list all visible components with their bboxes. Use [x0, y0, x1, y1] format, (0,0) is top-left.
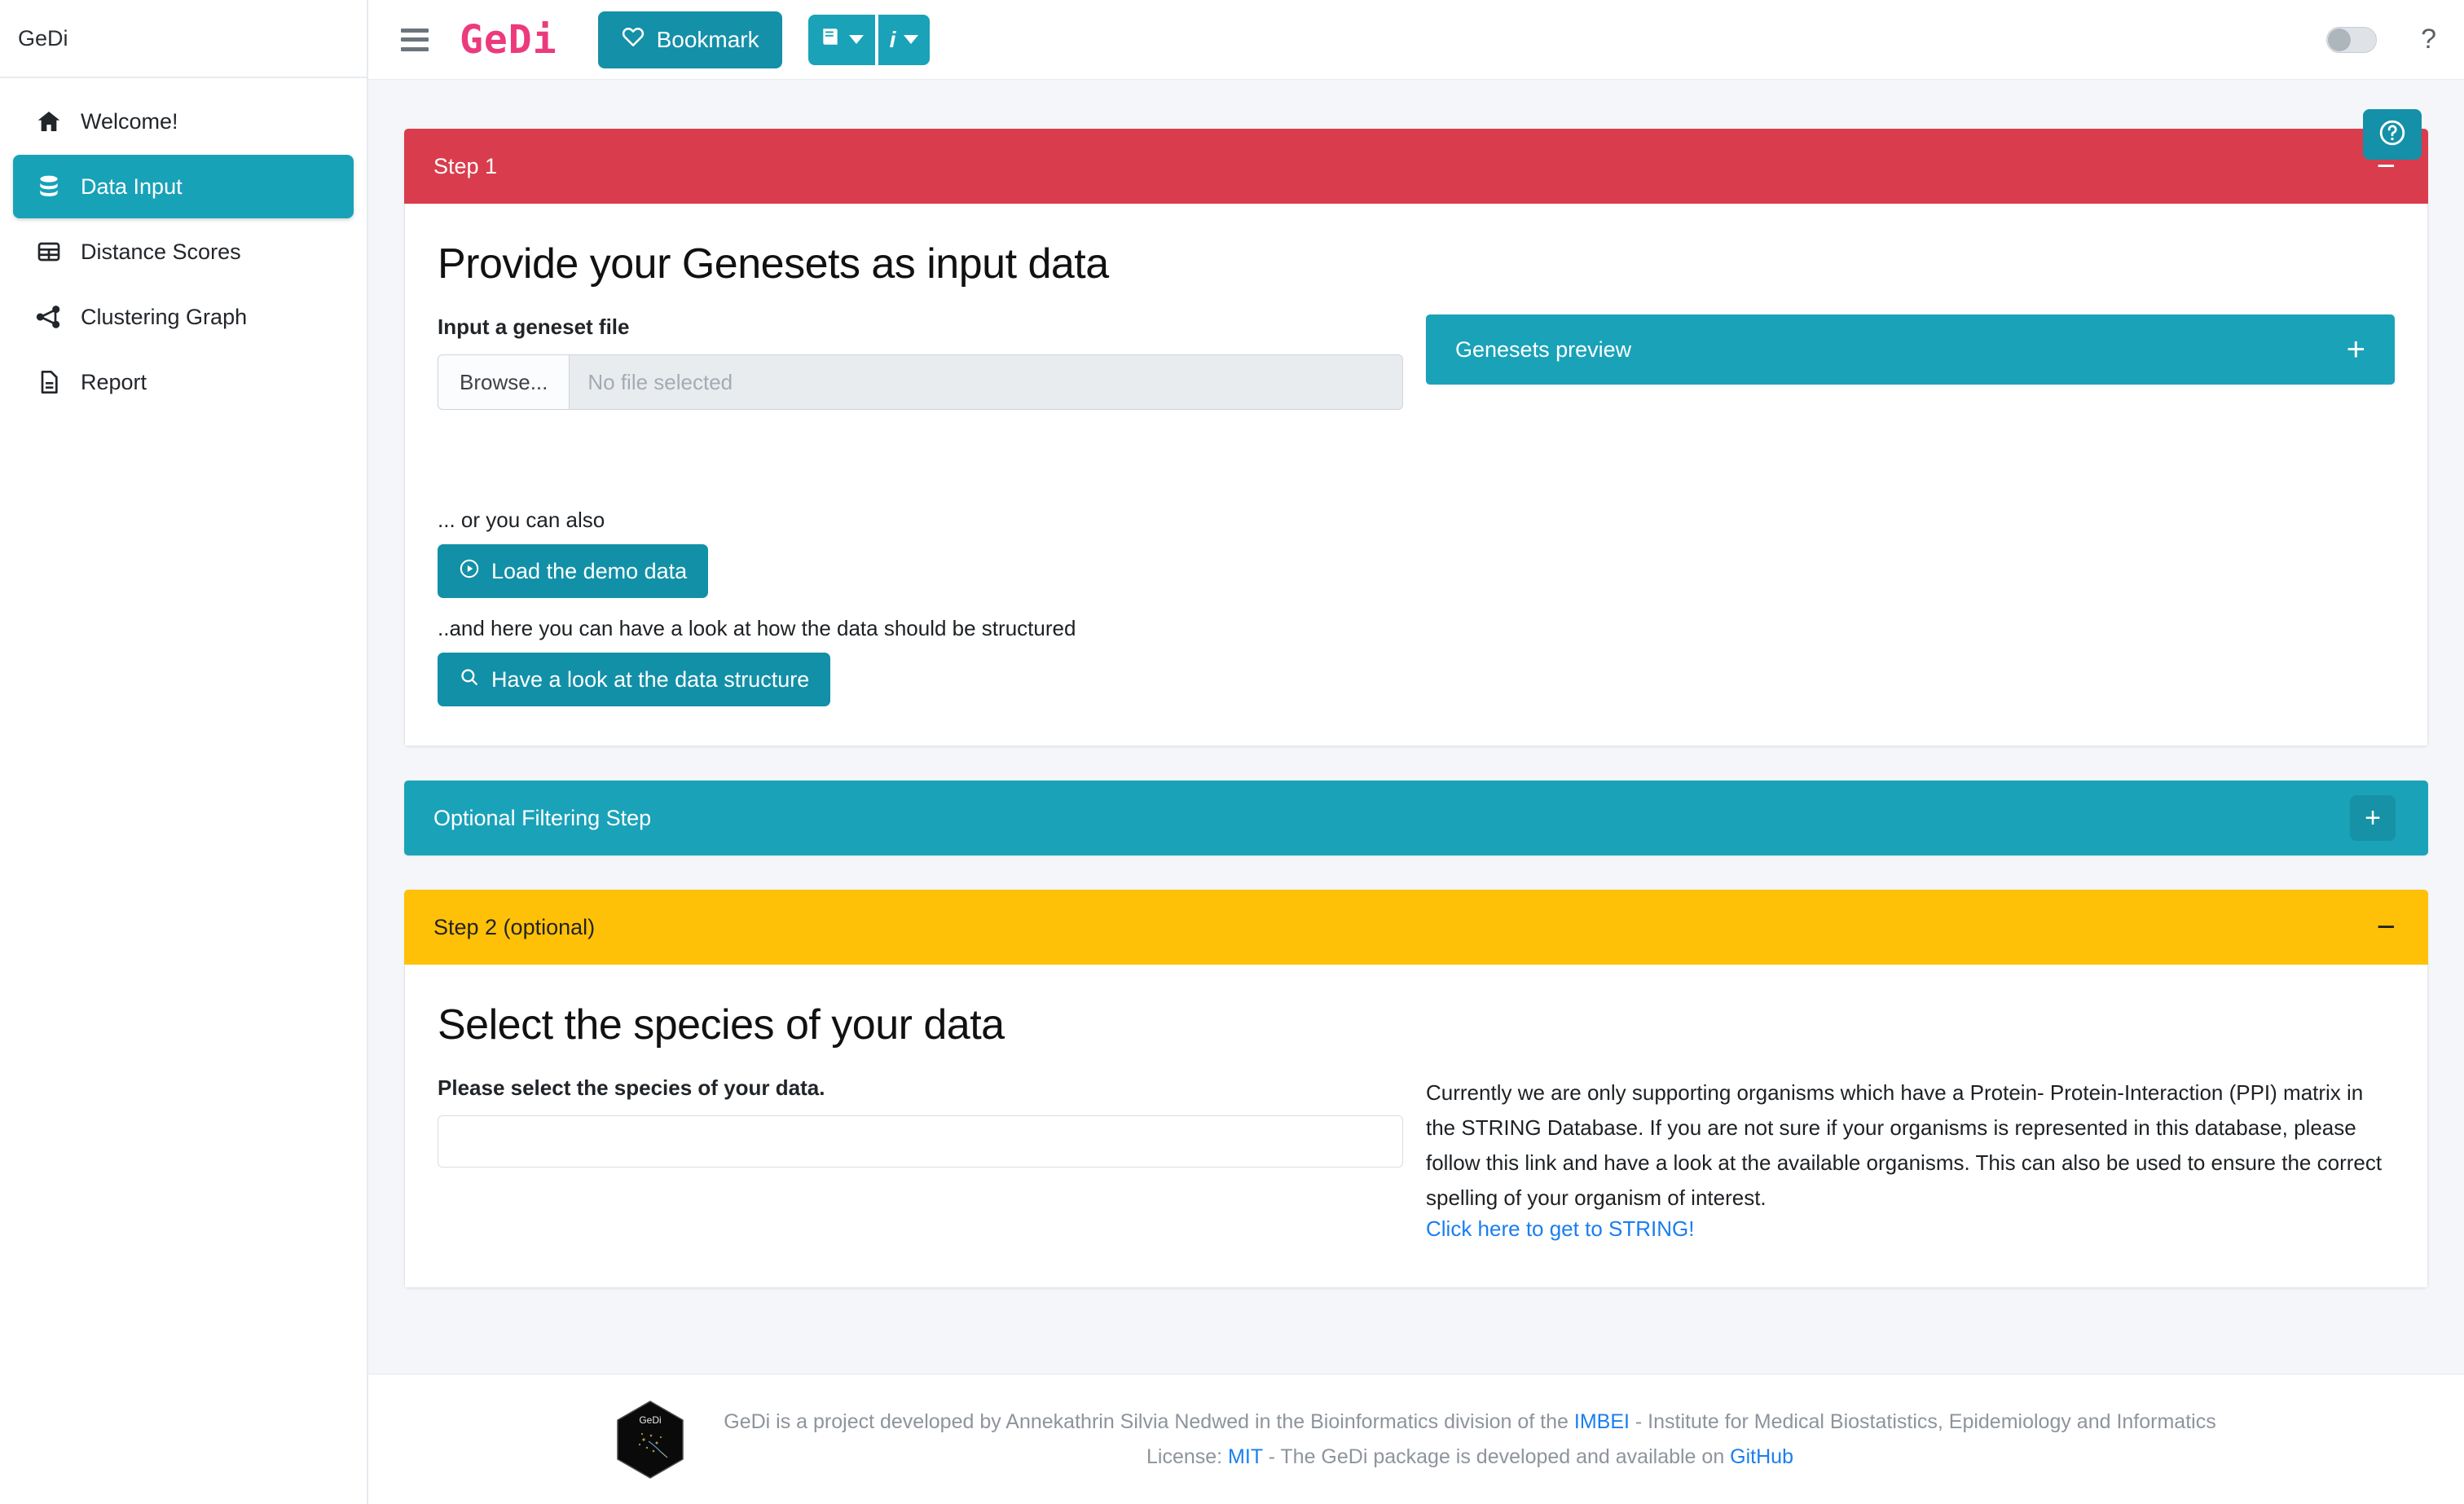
step1-card: Step 1 − Provide your Genesets as input … — [404, 129, 2428, 746]
info-dropdown-button[interactable]: i — [878, 14, 931, 65]
database-icon — [35, 173, 63, 200]
book-dropdown-button[interactable] — [807, 14, 875, 65]
footer-line-1: GeDi is a project developed by Annekathr… — [724, 1405, 2215, 1440]
step1-header[interactable]: Step 1 − — [404, 129, 2428, 204]
filtering-header-label: Optional Filtering Step — [433, 805, 652, 830]
step1-header-label: Step 1 — [433, 153, 498, 178]
sidebar-item-clustering-graph[interactable]: Clustering Graph — [13, 285, 354, 349]
data-structure-label: Have a look at the data structure — [491, 666, 810, 692]
step1-left-column: Input a geneset file Browse... No file s… — [438, 314, 1403, 706]
filtering-card: Optional Filtering Step + — [404, 781, 2428, 855]
sidebar-item-distance-scores[interactable]: Distance Scores — [13, 220, 354, 284]
or-you-can-also-text: ... or you can also — [438, 508, 605, 532]
step2-left-column: Please select the species of your data. — [438, 1075, 1403, 1242]
svg-text:GeDi: GeDi — [640, 1414, 662, 1426]
search-icon — [459, 666, 480, 693]
sidebar-item-report[interactable]: Report — [13, 350, 354, 414]
sidebar-item-data-input[interactable]: Data Input — [13, 155, 354, 218]
data-structure-button[interactable]: Have a look at the data structure — [438, 653, 831, 706]
sidebar-item-label: Welcome! — [81, 108, 178, 134]
step1-right-column: Genesets preview + — [1426, 314, 2395, 706]
github-link[interactable]: GitHub — [1730, 1445, 1793, 1468]
file-text-icon — [35, 368, 63, 396]
main-column: GeDi Bookmark i ? Step 1 − Provide your … — [368, 0, 2464, 1504]
sidebar-item-welcome[interactable]: Welcome! — [13, 90, 354, 153]
geneset-file-input[interactable]: Browse... No file selected — [438, 354, 1403, 410]
question-circle-icon — [2378, 118, 2407, 152]
sidebar: GeDi Welcome! Data Input Distance Scores… — [0, 0, 368, 1504]
species-select-label: Please select the species of your data. — [438, 1075, 825, 1100]
footer-line1-a: GeDi is a project developed by Annekathr… — [724, 1410, 1574, 1433]
sidebar-brand: GeDi — [0, 0, 367, 78]
footer-line2-b: - The GeDi package is developed and avai… — [1262, 1445, 1731, 1468]
file-name-display: No file selected — [587, 369, 733, 394]
mit-license-link[interactable]: MIT — [1228, 1445, 1263, 1468]
step2-columns: Please select the species of your data. … — [438, 1075, 2395, 1242]
bookmark-label: Bookmark — [656, 26, 759, 52]
footer-line2-a: License: — [1146, 1445, 1229, 1468]
navbar-button-group: i — [807, 14, 931, 65]
hamburger-icon[interactable] — [401, 28, 429, 51]
app-logo: GeDi — [460, 16, 557, 63]
share-nodes-icon — [35, 303, 63, 331]
step1-title: Provide your Genesets as input data — [438, 240, 1109, 288]
step2-title: Select the species of your data — [438, 1001, 1005, 1049]
load-demo-data-label: Load the demo data — [491, 558, 688, 583]
sidebar-item-label: Report — [81, 369, 147, 394]
genesets-preview-panel[interactable]: Genesets preview + — [1426, 314, 2395, 385]
step1-columns: Input a geneset file Browse... No file s… — [438, 314, 2395, 706]
data-structure-hint: ..and here you can have a look at how th… — [438, 616, 1076, 640]
footer-text: GeDi is a project developed by Annekathr… — [724, 1405, 2215, 1474]
load-demo-data-button[interactable]: Load the demo data — [438, 544, 709, 598]
book-icon — [820, 26, 841, 53]
content-area: Step 1 − Provide your Genesets as input … — [368, 80, 2464, 1374]
filtering-expand-icon[interactable]: + — [2350, 795, 2396, 841]
file-input-label: Input a geneset file — [438, 314, 630, 339]
chevron-down-icon — [848, 35, 864, 44]
sidebar-item-label: Distance Scores — [81, 239, 241, 264]
step2-collapse-icon[interactable]: − — [2377, 911, 2396, 943]
genesets-preview-label: Genesets preview — [1455, 336, 1632, 362]
info-icon: i — [889, 26, 896, 52]
bookmark-button[interactable]: Bookmark — [597, 11, 782, 68]
play-circle-icon — [459, 558, 480, 585]
step2-card: Step 2 (optional) − Select the species o… — [404, 890, 2428, 1288]
footer: GeDi GeDi is a project developed by Anne… — [368, 1374, 2464, 1504]
toggle-knob — [2328, 28, 2352, 51]
home-icon — [35, 108, 63, 135]
filtering-header[interactable]: Optional Filtering Step + — [404, 781, 2428, 855]
sidebar-item-label: Data Input — [81, 174, 183, 199]
string-description: Currently we are only supporting organis… — [1426, 1080, 2383, 1211]
step2-header-label: Step 2 (optional) — [433, 914, 596, 939]
app-root: GeDi Welcome! Data Input Distance Scores… — [0, 0, 2464, 1504]
genesets-preview-expand-icon[interactable]: + — [2347, 333, 2365, 366]
heart-icon — [621, 24, 645, 55]
string-link[interactable]: Click here to get to STRING! — [1426, 1216, 1694, 1241]
help-question-icon[interactable]: ? — [2421, 24, 2436, 55]
browse-button[interactable]: Browse... — [438, 355, 570, 409]
sidebar-item-label: Clustering Graph — [81, 304, 248, 329]
theme-toggle[interactable] — [2326, 26, 2378, 53]
table-icon — [35, 238, 63, 266]
sidebar-nav: Welcome! Data Input Distance Scores Clus… — [0, 78, 367, 416]
footer-line-2: License: MIT - The GeDi package is devel… — [724, 1440, 2215, 1475]
step2-body: Select the species of your data Please s… — [404, 965, 2428, 1288]
step2-header[interactable]: Step 2 (optional) − — [404, 890, 2428, 965]
top-navbar: GeDi Bookmark i ? — [368, 0, 2464, 80]
gedi-hexagon-logo: GeDi — [616, 1400, 684, 1479]
content-inner: Step 1 − Provide your Genesets as input … — [368, 80, 2464, 1288]
step1-body: Provide your Genesets as input data Inpu… — [404, 204, 2428, 746]
species-select-input[interactable] — [438, 1115, 1403, 1168]
footer-line1-b: - Institute for Medical Biostatistics, E… — [1629, 1410, 2216, 1433]
imbei-link[interactable]: IMBEI — [1574, 1410, 1630, 1433]
chevron-down-icon — [904, 35, 919, 44]
step2-right-column: Currently we are only supporting organis… — [1426, 1075, 2395, 1242]
help-tab-button[interactable] — [2363, 109, 2422, 160]
